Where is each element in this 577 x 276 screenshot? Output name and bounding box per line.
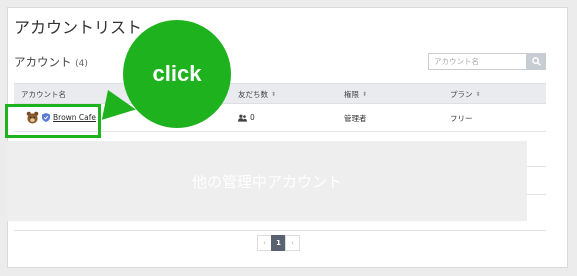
- column-header-label: 権限: [344, 90, 359, 99]
- pagination-prev-button[interactable]: ‹: [257, 235, 272, 251]
- sort-icon: ⬍: [362, 91, 368, 98]
- plan-value: フリー: [450, 114, 473, 123]
- table-header: アカウント名 友だち数 ⬍ 権限 ⬍ プラン ⬍: [14, 83, 546, 104]
- column-header-label: アカウント名: [21, 90, 66, 99]
- click-target-highlight: [5, 104, 101, 138]
- plan-cell: フリー: [450, 113, 473, 124]
- callout-text: click: [152, 61, 202, 86]
- section-title-label: アカウント: [14, 55, 72, 69]
- column-header-account-name[interactable]: アカウント名: [21, 89, 66, 100]
- sort-icon: ⬍: [475, 91, 481, 98]
- search-button[interactable]: [526, 53, 546, 70]
- column-header-friends[interactable]: 友だち数 ⬍: [238, 89, 276, 100]
- account-count: (4): [75, 59, 88, 69]
- role-cell: 管理者: [344, 113, 367, 124]
- role-value: 管理者: [344, 114, 367, 123]
- friends-icon: [238, 114, 247, 122]
- other-accounts-overlay: 他の管理中アカウント: [7, 141, 527, 221]
- search-input[interactable]: [429, 54, 526, 69]
- section-title: アカウント (4): [14, 54, 88, 70]
- column-header-label: プラン: [450, 90, 473, 99]
- page-title: アカウントリスト: [14, 18, 143, 37]
- sort-icon: ⬍: [271, 91, 277, 98]
- search-icon: [531, 57, 541, 66]
- table-bottom-divider: [14, 230, 546, 231]
- friends-cell: 0: [238, 113, 255, 122]
- column-header-plan[interactable]: プラン ⬍: [450, 89, 481, 100]
- pagination: ‹ 1 ›: [257, 235, 300, 251]
- column-header-role[interactable]: 権限 ⬍: [344, 89, 367, 100]
- pagination-page-button[interactable]: 1: [271, 235, 286, 251]
- friends-count: 0: [250, 113, 255, 122]
- column-header-label: 友だち数: [238, 90, 268, 99]
- overlay-label: 他の管理中アカウント: [191, 172, 342, 191]
- click-callout-bubble: click: [123, 20, 231, 128]
- search-box: [428, 53, 546, 70]
- pagination-next-button[interactable]: ›: [285, 235, 300, 251]
